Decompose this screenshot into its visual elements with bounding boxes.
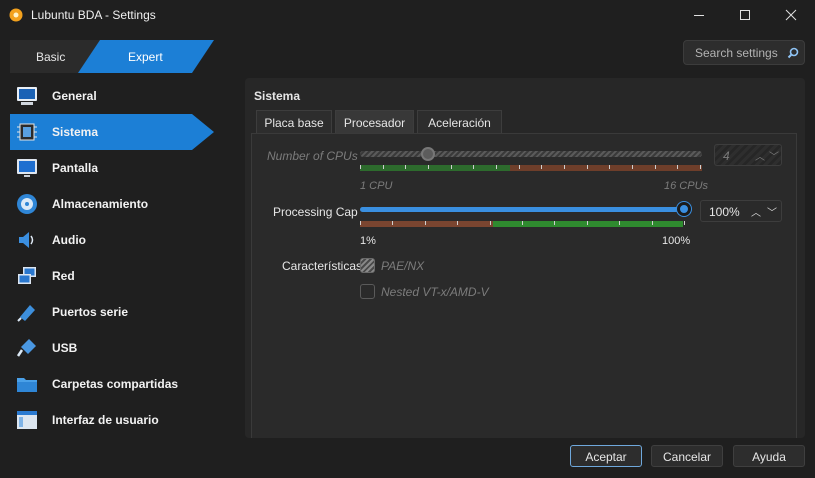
- slider-tick: [541, 165, 543, 169]
- help-button[interactable]: Ayuda: [733, 445, 805, 467]
- processing-cap-handle[interactable]: [677, 202, 691, 216]
- sidebar-item-audio[interactable]: Audio: [10, 222, 214, 258]
- cap-min-label: 1%: [360, 235, 376, 247]
- features-label: Características: [282, 259, 363, 273]
- slider-tick: [450, 165, 452, 169]
- sidebar-item-puertos-serie[interactable]: Puertos serie: [10, 294, 214, 330]
- cpu-scale-red: [510, 165, 702, 171]
- tab-placa-base[interactable]: Placa base: [256, 110, 332, 133]
- monitor-general-icon: [17, 87, 37, 105]
- slider-tick: [651, 221, 653, 225]
- slider-tick: [457, 221, 459, 225]
- nested-virt-label: Nested VT-x/AMD-V: [381, 285, 489, 299]
- window-title: Lubuntu BDA - Settings: [31, 8, 156, 22]
- speaker-icon: [19, 232, 34, 248]
- slider-tick: [586, 165, 588, 169]
- slider-tick: [473, 165, 475, 169]
- sidebar-item-sistema[interactable]: Sistema: [10, 114, 214, 150]
- slider-tick: [405, 165, 407, 169]
- procesador-pane: Number of CPUs 1 CPU 16 CPUs 4 ︿ ﹀ Proce…: [251, 133, 797, 438]
- processing-cap-slider[interactable]: [360, 207, 684, 212]
- sidebar-item-interfaz-de-usuario[interactable]: Interfaz de usuario: [10, 402, 214, 438]
- app-icon: [9, 8, 23, 22]
- slider-tick: [586, 221, 588, 225]
- sidebar-item-general[interactable]: General: [10, 78, 214, 114]
- slider-tick: [677, 165, 679, 169]
- slider-tick: [489, 221, 491, 225]
- minimize-button[interactable]: [676, 0, 722, 31]
- search-input[interactable]: Search settings: [683, 40, 805, 65]
- cap-scale-red: [360, 221, 493, 227]
- spin-down-icon[interactable]: ﹀: [767, 204, 777, 219]
- slider-tick: [496, 165, 497, 169]
- tab-expert[interactable]: Expert: [78, 40, 214, 73]
- cpu-count-label: Number of CPUs: [267, 149, 358, 163]
- sidebar-item-pantalla[interactable]: Pantalla: [10, 150, 214, 186]
- slider-tick: [564, 165, 565, 169]
- sidebar-item-usb[interactable]: USB: [10, 330, 214, 366]
- nested-virt-checkbox: [360, 284, 375, 299]
- disk-icon: [17, 194, 37, 214]
- cpu-max-label: 16 CPUs: [664, 180, 709, 192]
- network-icon: [18, 267, 36, 284]
- spin-down-icon: ﹀: [769, 152, 779, 163]
- slider-tick: [619, 221, 621, 225]
- pae-nx-label: PAE/NX: [381, 259, 425, 273]
- cpu-count-handle: [421, 147, 436, 161]
- slider-tick: [684, 221, 685, 225]
- spin-up-icon[interactable]: ︿: [751, 204, 761, 219]
- serial-port-icon: [17, 305, 35, 322]
- slider-tick: [609, 165, 611, 169]
- slider-tick: [360, 165, 361, 169]
- sidebar-item-red[interactable]: Red: [10, 258, 214, 294]
- slider-tick: [360, 221, 361, 225]
- usb-icon: [16, 339, 36, 357]
- sidebar: General Sistema Pantalla Almacenamiento …: [10, 78, 214, 438]
- spin-up-icon: ︿: [755, 152, 765, 163]
- slider-tick: [428, 165, 429, 169]
- slider-tick: [632, 165, 633, 169]
- processing-cap-label: Processing Cap: [273, 205, 358, 219]
- folder-icon: [17, 378, 37, 392]
- search-placeholder: Search settings: [695, 46, 778, 60]
- slider-tick: [700, 165, 701, 169]
- slider-tick: [392, 221, 394, 225]
- slider-tick: [522, 221, 523, 225]
- search-icon: [787, 47, 799, 59]
- slider-tick: [424, 221, 426, 225]
- section-title: Sistema: [254, 89, 301, 103]
- slider-tick: [518, 165, 520, 169]
- title-bar: Lubuntu BDA - Settings: [0, 0, 815, 31]
- cpu-min-label: 1 CPU: [360, 180, 393, 192]
- maximize-button[interactable]: [722, 0, 768, 31]
- cpu-count-slider: [360, 151, 702, 157]
- tab-aceleracion[interactable]: Aceleración: [417, 110, 502, 133]
- mode-tabs: Basic Expert: [10, 40, 214, 73]
- slider-tick: [654, 165, 656, 169]
- processing-cap-spinbox[interactable]: 100% ︿ ﹀: [700, 200, 782, 222]
- slider-tick: [554, 221, 556, 225]
- accept-button[interactable]: Aceptar: [570, 445, 642, 467]
- sidebar-item-carpetas-compartidas[interactable]: Carpetas compartidas: [10, 366, 214, 402]
- cap-max-label: 100%: [662, 235, 691, 247]
- window-icon: [17, 411, 37, 429]
- display-icon: [17, 159, 37, 177]
- pae-nx-checkbox: [360, 258, 375, 273]
- chip-icon: [17, 123, 37, 141]
- settings-panel: Sistema Placa base Procesador Aceleració…: [245, 78, 805, 438]
- sidebar-item-almacenamiento[interactable]: Almacenamiento: [10, 186, 214, 222]
- slider-tick: [382, 165, 384, 169]
- tab-procesador[interactable]: Procesador: [335, 110, 414, 133]
- cancel-button[interactable]: Cancelar: [651, 445, 723, 467]
- cpu-count-spinbox: 4 ︿ ﹀: [714, 144, 782, 166]
- close-button[interactable]: [768, 0, 814, 31]
